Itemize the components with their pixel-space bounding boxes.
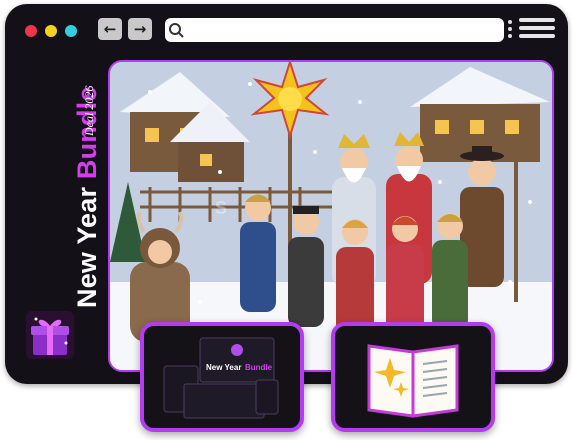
- device-mockups-icon: New Year Bundle: [163, 337, 279, 419]
- more-options-icon[interactable]: [507, 18, 513, 42]
- child-2: [288, 206, 324, 327]
- open-book-icon: [367, 344, 459, 418]
- book-thumbnail[interactable]: [331, 322, 495, 432]
- menu-icon[interactable]: [519, 18, 555, 42]
- search-icon: [169, 23, 184, 38]
- product-bundle-thumbnail[interactable]: New Year Bundle: [140, 322, 304, 432]
- mini-title-new-year: New Year: [206, 363, 241, 372]
- forward-arrow-icon[interactable]: →: [128, 18, 152, 40]
- maximize-dot[interactable]: [65, 25, 77, 37]
- close-dot[interactable]: [25, 25, 37, 37]
- title-part-new-year: New Year: [72, 179, 102, 308]
- sidebar-subtitle: Deal 2026: [82, 85, 96, 136]
- mini-title-bundle: Bundle: [245, 363, 273, 372]
- window-controls: [25, 25, 77, 37]
- address-bar[interactable]: [165, 18, 504, 42]
- minimize-dot[interactable]: [45, 25, 57, 37]
- address-input[interactable]: [187, 19, 504, 41]
- back-arrow-icon[interactable]: ←: [98, 18, 122, 40]
- watermark-text: S: [215, 198, 228, 218]
- gift-box-icon: [26, 311, 74, 359]
